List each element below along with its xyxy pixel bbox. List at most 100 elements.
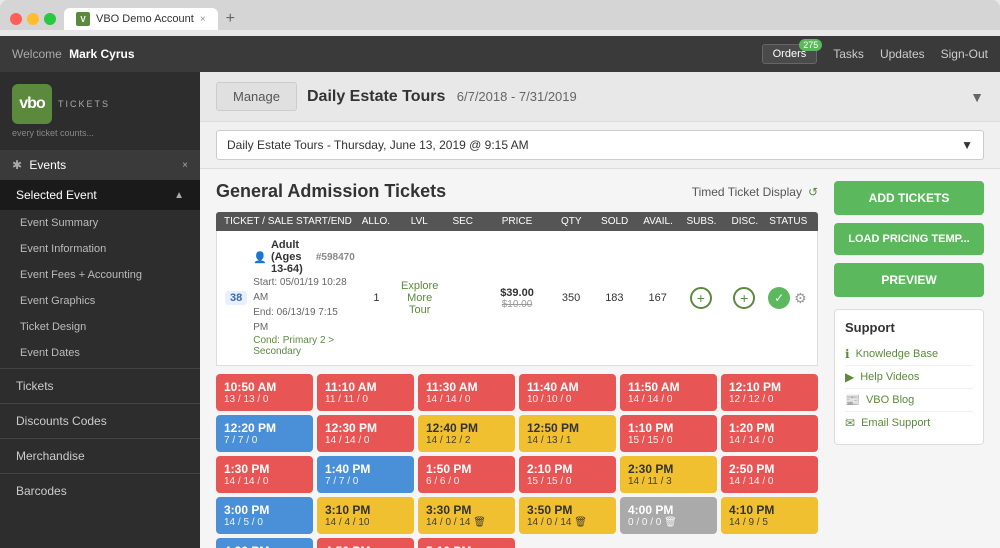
events-close-icon[interactable]: ×	[182, 160, 188, 171]
support-link-1[interactable]: ▶Help Videos	[845, 366, 973, 389]
support-link-0[interactable]: ℹ Knowledge Base	[845, 343, 973, 366]
event-date-range: 6/7/2018 - 7/31/2019	[457, 89, 577, 104]
add-tickets-button[interactable]: ADD TICKETS	[834, 181, 984, 215]
sidebar-events-header[interactable]: ✱ Events ×	[0, 150, 200, 180]
minimize-traffic-light[interactable]	[27, 13, 39, 25]
ticket-gear-icon[interactable]: ⚙	[794, 290, 807, 307]
ticket-level: Explore More Tour	[398, 280, 441, 316]
sidebar-item-tickets[interactable]: Tickets	[0, 371, 200, 401]
sidebar-item-discounts-codes[interactable]: Discounts Codes	[0, 406, 200, 436]
logo-tagline: every ticket counts...	[12, 128, 94, 138]
add-disc-icon[interactable]: +	[733, 287, 755, 309]
time-slot[interactable]: 1:30 PM14 / 14 / 0	[216, 456, 313, 493]
manage-bar: Manage Daily Estate Tours 6/7/2018 - 7/3…	[200, 72, 1000, 122]
support-icon-2: 📰	[845, 393, 860, 407]
orders-button[interactable]: Orders 275	[762, 44, 818, 64]
sidebar-divider-4	[0, 473, 200, 474]
time-slot[interactable]: 2:50 PM14 / 14 / 0	[721, 456, 818, 493]
time-slot[interactable]: 4:30 PM14 / 0 / ?	[216, 538, 313, 548]
sidebar-item-event-summary[interactable]: Event Summary	[0, 210, 200, 236]
time-slot[interactable]: 3:10 PM14 / 4 / 10	[317, 497, 414, 534]
ticket-start-date: Start: 05/01/19 10:28 AM	[253, 275, 355, 305]
support-icon-0: ℹ	[845, 347, 850, 361]
ticket-status: ✓ ⚙	[766, 287, 809, 309]
sidebar-item-barcodes[interactable]: Barcodes	[0, 476, 200, 506]
time-slot[interactable]: 4:00 PM0 / 0 / 0 🗑	[620, 497, 717, 534]
time-slot[interactable]: 12:50 PM14 / 13 / 1	[519, 415, 616, 452]
th-sec: SEC	[441, 216, 484, 227]
welcome-text: Welcome Mark Cyrus	[12, 47, 135, 61]
time-slot[interactable]: 12:10 PM12 / 12 / 0	[721, 374, 818, 411]
time-slot[interactable]: 10:50 AM13 / 13 / 0	[216, 374, 313, 411]
ticket-info: 38 👤 Adult (Ages 13-64) #598470 Start: 0…	[225, 239, 355, 357]
time-slot[interactable]: 1:10 PM15 / 15 / 0	[620, 415, 717, 452]
load-pricing-button[interactable]: LOAD PRICING TEMP...	[834, 223, 984, 255]
time-slot[interactable]: 3:00 PM14 / 5 / 0	[216, 497, 313, 534]
time-slot[interactable]: 3:50 PM14 / 0 / 14 🗑	[519, 497, 616, 534]
close-traffic-light[interactable]	[10, 13, 22, 25]
time-slot[interactable]: 5:10 PM14 / 14 / 0	[418, 538, 515, 548]
add-subs-icon[interactable]: +	[690, 287, 712, 309]
th-avail: AVAIL.	[636, 216, 679, 227]
time-slot[interactable]: 12:40 PM14 / 12 / 2	[418, 415, 515, 452]
signout-link[interactable]: Sign-Out	[941, 47, 988, 61]
time-slot[interactable]: 2:10 PM15 / 15 / 0	[519, 456, 616, 493]
time-slot[interactable]: 4:10 PM14 / 9 / 5	[721, 497, 818, 534]
th-subs: SUBS.	[680, 216, 723, 227]
events-asterisk: ✱	[12, 158, 22, 172]
refresh-icon[interactable]: ↺	[808, 185, 818, 199]
support-link-label-0: Knowledge Base	[856, 348, 939, 360]
manage-button[interactable]: Manage	[216, 82, 297, 111]
support-link-3[interactable]: ✉Email Support	[845, 412, 973, 434]
updates-link[interactable]: Updates	[880, 47, 925, 61]
ticket-price-main: $39.00	[485, 287, 550, 299]
ticket-disc[interactable]: +	[723, 287, 766, 309]
ticket-subs[interactable]: +	[679, 287, 722, 309]
time-slot[interactable]: 2:30 PM14 / 11 / 3	[620, 456, 717, 493]
date-dropdown[interactable]: Daily Estate Tours - Thursday, June 13, …	[216, 130, 984, 160]
ticket-row: 38 👤 Adult (Ages 13-64) #598470 Start: 0…	[216, 231, 818, 366]
sidebar-logo: vbo TICKETS every ticket counts...	[0, 72, 200, 150]
ticket-icon: 👤	[253, 251, 267, 264]
sidebar-item-event-fees[interactable]: Event Fees + Accounting	[0, 262, 200, 288]
right-panel: ADD TICKETS LOAD PRICING TEMP... PREVIEW…	[834, 181, 984, 536]
event-selector[interactable]: Daily Estate Tours 6/7/2018 - 7/31/2019 …	[307, 88, 984, 106]
tasks-link[interactable]: Tasks	[833, 47, 864, 61]
time-slot[interactable]: 12:30 PM14 / 14 / 0	[317, 415, 414, 452]
tab-favicon: V	[76, 12, 90, 26]
sidebar-item-ticket-design[interactable]: Ticket Design	[0, 314, 200, 340]
content-area: General Admission Tickets Timed Ticket D…	[200, 169, 1000, 548]
support-link-label-2: VBO Blog	[866, 394, 914, 406]
support-link-2[interactable]: 📰 VBO Blog	[845, 389, 973, 412]
time-slot[interactable]: 11:50 AM14 / 14 / 0	[620, 374, 717, 411]
support-link-label-3: Email Support	[861, 417, 930, 429]
maximize-traffic-light[interactable]	[44, 13, 56, 25]
time-slot[interactable]: 11:40 AM10 / 10 / 0	[519, 374, 616, 411]
preview-button[interactable]: PREVIEW	[834, 263, 984, 297]
th-lvl: LVL	[398, 216, 441, 227]
time-slot[interactable]: 1:50 PM6 / 6 / 0	[418, 456, 515, 493]
sidebar-item-event-graphics[interactable]: Event Graphics	[0, 288, 200, 314]
support-title: Support	[845, 320, 973, 335]
ticket-avail: 167	[636, 292, 679, 304]
ticket-id: #598470	[316, 252, 355, 263]
orders-badge: 275	[799, 39, 822, 51]
time-slot[interactable]: 3:30 PM14 / 0 / 14 🗑	[418, 497, 515, 534]
time-slot[interactable]: 12:20 PM7 / 7 / 0	[216, 415, 313, 452]
sidebar-item-merchandise[interactable]: Merchandise	[0, 441, 200, 471]
tab-bar: V VBO Demo Account × +	[64, 8, 239, 30]
ticket-allocation: 1	[355, 292, 398, 304]
support-links: ℹ Knowledge Base ▶Help Videos 📰 VBO Blog ✉Ema…	[845, 343, 973, 434]
browser-tab[interactable]: V VBO Demo Account ×	[64, 8, 218, 30]
time-slot[interactable]: 1:20 PM14 / 14 / 0	[721, 415, 818, 452]
tab-close-button[interactable]: ×	[200, 14, 206, 25]
time-slot[interactable]: 4:50 PM14 / 14 / 0	[317, 538, 414, 548]
new-tab-button[interactable]: +	[222, 10, 239, 28]
time-slot[interactable]: 1:40 PM7 / 7 / 0	[317, 456, 414, 493]
sidebar-item-selected-event[interactable]: Selected Event ▲	[0, 180, 200, 210]
logo-text: vbo	[19, 95, 44, 113]
sidebar-item-event-dates[interactable]: Event Dates	[0, 340, 200, 366]
time-slot[interactable]: 11:10 AM11 / 11 / 0	[317, 374, 414, 411]
sidebar-item-event-information[interactable]: Event Information	[0, 236, 200, 262]
time-slot[interactable]: 11:30 AM14 / 14 / 0	[418, 374, 515, 411]
